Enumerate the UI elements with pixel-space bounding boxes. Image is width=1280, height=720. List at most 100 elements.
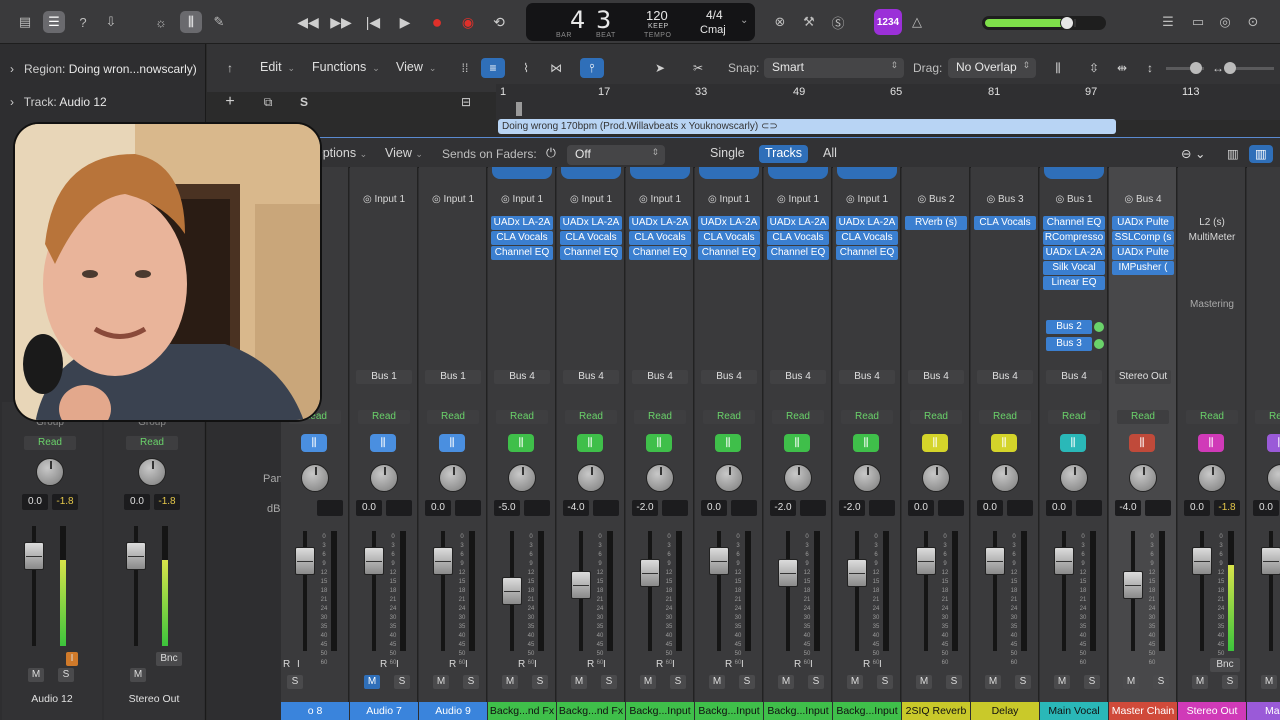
output-slot[interactable]: Bus 4 [977, 370, 1033, 384]
volume-fader[interactable] [916, 547, 936, 575]
lcd-display[interactable]: 4 3 BAR BEAT 120 KEEP TEMPO 4/4 Cmaj ⌄ [526, 3, 755, 41]
go-to-beginning-icon[interactable]: |◀ [361, 11, 385, 33]
master-volume-slider[interactable] [982, 16, 1106, 30]
pan-knob[interactable] [1060, 464, 1088, 492]
input-monitor-button[interactable]: I [810, 659, 813, 670]
record-enable-button[interactable]: R [283, 659, 290, 670]
mute-button[interactable]: M [709, 675, 725, 689]
mixer-icon[interactable]: ⫼ [180, 11, 202, 33]
output-slot[interactable]: Bus 4 [563, 370, 619, 384]
rewind-icon[interactable]: ◀◀ [296, 11, 320, 33]
list-editors-icon[interactable]: ☰ [1157, 11, 1179, 33]
browser-icon[interactable]: ⊙ [1242, 11, 1264, 33]
smart-tempo-icon[interactable]: ⫯ [580, 58, 604, 78]
channel-name[interactable]: Delay [971, 702, 1039, 720]
pan-knob[interactable] [1129, 464, 1157, 492]
play-icon[interactable]: ▶ [393, 11, 417, 33]
pan-knob[interactable] [370, 464, 398, 492]
solo-button[interactable]: S [58, 668, 74, 682]
volume-readout[interactable]: 0.0 [425, 500, 451, 516]
track-icon[interactable]: ⫼ [715, 434, 741, 452]
track-icon[interactable]: ⫼ [922, 434, 948, 452]
volume-readout[interactable]: 0.0 [124, 494, 150, 510]
volume-readout[interactable]: 0.0 [1046, 500, 1072, 516]
volume-fader[interactable] [640, 559, 660, 587]
volume-readout[interactable]: -2.0 [839, 500, 865, 516]
volume-readout[interactable]: -2.0 [770, 500, 796, 516]
input-slot[interactable]: ◎ Input 1 [423, 193, 483, 206]
audio-fx-slot[interactable]: SSLComp (s [1112, 231, 1174, 245]
volume-fader[interactable] [1192, 547, 1212, 575]
output-slot[interactable]: Stereo Out [1115, 370, 1171, 384]
volume-readout[interactable]: -4.0 [563, 500, 589, 516]
record-enable-button[interactable]: R [725, 659, 732, 670]
volume-fader[interactable] [295, 547, 315, 575]
solo-button[interactable]: S [670, 675, 686, 689]
volume-fader[interactable] [985, 547, 1005, 575]
pointer-tool-icon[interactable]: ➤ [648, 58, 672, 78]
automation-mode[interactable]: Read [772, 410, 824, 424]
volume-fader[interactable] [126, 542, 146, 570]
eq-thumbnail[interactable] [630, 167, 690, 179]
duplicate-track-icon[interactable]: ⧉ [256, 92, 280, 112]
solo-button[interactable]: S [463, 675, 479, 689]
grid-view-icon[interactable]: ⁞⁞ [453, 58, 477, 78]
audio-fx-slot[interactable]: CLA Vocals [629, 231, 691, 245]
capture-recording-icon[interactable]: ◉ [456, 11, 480, 33]
pan-knob[interactable] [36, 458, 64, 486]
mute-button[interactable]: M [640, 675, 656, 689]
channel-name[interactable]: Backg...nd Fx [557, 702, 625, 720]
flex-icon[interactable]: ⋈ [544, 58, 568, 78]
record-enable-button[interactable]: R [863, 659, 870, 670]
volume-readout[interactable]: 0.0 [356, 500, 382, 516]
audio-fx-slot[interactable]: UADx LA-2A [1043, 246, 1105, 260]
volume-fader[interactable] [502, 577, 522, 605]
volume-fader[interactable] [364, 547, 384, 575]
mute-button[interactable]: M [916, 675, 932, 689]
input-monitor-button[interactable]: I [879, 659, 882, 670]
pan-knob[interactable] [301, 464, 329, 492]
output-slot[interactable]: Bus 4 [494, 370, 550, 384]
mute-button[interactable]: M [847, 675, 863, 689]
cycle-icon[interactable]: ⟲ [487, 11, 511, 33]
track-icon[interactable]: ⫼ [784, 434, 810, 452]
sends-on-faders-select[interactable]: Off ⇕ [567, 145, 665, 165]
library-icon[interactable]: ▤ [14, 11, 36, 33]
input-slot[interactable]: ◎ Bus 2 [906, 193, 966, 206]
solo-button[interactable]: S [946, 675, 962, 689]
volume-fader[interactable] [571, 571, 591, 599]
automation-mode[interactable]: Read [496, 410, 548, 424]
audio-fx-slot[interactable]: Channel EQ [1043, 216, 1105, 230]
pan-knob[interactable] [715, 464, 743, 492]
automation-mode[interactable]: Read [634, 410, 686, 424]
solo-icon[interactable]: Ⓢ [827, 11, 849, 33]
output-slot[interactable]: Bus 1 [356, 370, 412, 384]
audio-fx-slot[interactable]: Silk Vocal [1043, 261, 1105, 275]
lcd-signature[interactable]: 4/4 [706, 8, 723, 22]
mute-button[interactable]: M [1054, 675, 1070, 689]
automation-mode[interactable]: Read [565, 410, 617, 424]
channel-name[interactable]: Audio 7 [350, 702, 418, 720]
input-slot[interactable]: ◎ Input 1 [561, 193, 621, 206]
input-slot[interactable]: ◎ Input 1 [630, 193, 690, 206]
volume-fader[interactable] [1054, 547, 1074, 575]
filter-single[interactable]: Single [704, 145, 751, 163]
input-slot[interactable]: ◎ Bus 4 [1113, 193, 1173, 206]
audio-fx-slot[interactable]: IMPusher ( [1112, 261, 1174, 275]
pan-knob[interactable] [577, 464, 605, 492]
input-monitor-button[interactable]: I [465, 659, 468, 670]
solo-button[interactable]: S [287, 675, 303, 689]
track-icon[interactable]: ⫼ [370, 434, 396, 452]
channel-name[interactable]: Stereo Out [1178, 702, 1246, 720]
automation-mode[interactable]: Read [841, 410, 893, 424]
filter-tracks[interactable]: Tracks [759, 145, 809, 163]
input-monitor-button[interactable]: I [66, 652, 78, 666]
output-slot[interactable]: Bus 4 [701, 370, 757, 384]
fast-forward-icon[interactable]: ▶▶ [329, 11, 353, 33]
track-icon[interactable]: ⫼ [301, 434, 327, 452]
edit-menu[interactable]: Edit ⌄ [260, 60, 295, 74]
audio-fx-slot[interactable]: UADx LA-2A [698, 216, 760, 230]
filter-all[interactable]: All [817, 145, 843, 163]
record-enable-button[interactable]: R [587, 659, 594, 670]
bounce-button[interactable]: Bnc [156, 652, 182, 666]
